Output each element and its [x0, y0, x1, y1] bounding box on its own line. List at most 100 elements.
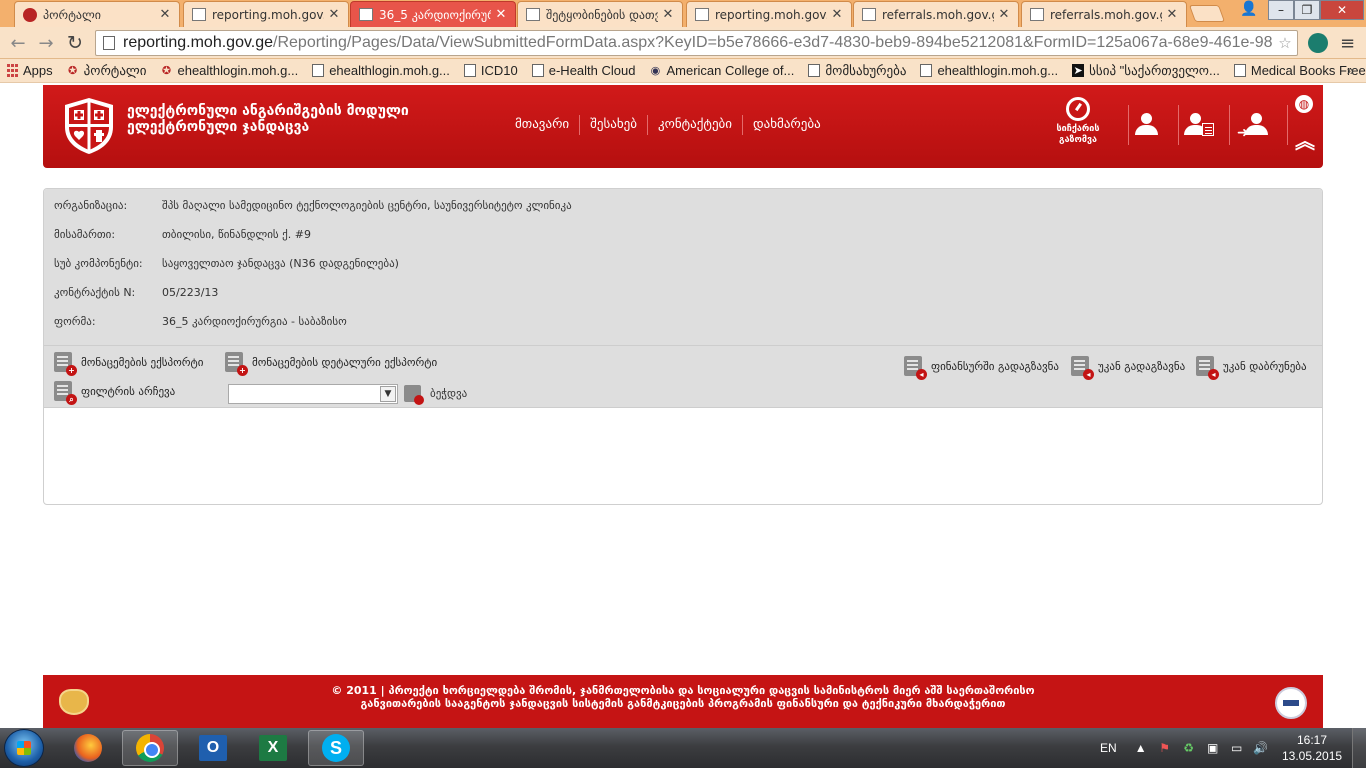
- info-label: კონტრაქტის N:: [54, 286, 136, 299]
- extension-icon[interactable]: [1308, 33, 1328, 53]
- tab-title: პორტალი: [43, 7, 102, 22]
- restore-button[interactable]: ❐: [1294, 0, 1320, 20]
- bookmark-label: სსიპ "საქართველო...: [1089, 62, 1220, 78]
- user-icon[interactable]: 👤: [1240, 1, 1257, 17]
- chevron-up-icon[interactable]: ︽: [1295, 131, 1315, 151]
- export-data-button[interactable]: + მონაცემების ექსპორტი: [54, 352, 203, 376]
- taskbar-outlook[interactable]: O: [185, 730, 241, 766]
- close-icon[interactable]: ✕: [831, 7, 843, 22]
- window-close-button[interactable]: ✕: [1320, 0, 1364, 20]
- recycle-icon[interactable]: ♻: [1181, 741, 1197, 755]
- browser-tab[interactable]: პორტალი ✕: [14, 1, 180, 27]
- form-info: ორგანიზაცია: შპს მაღალი სამედიცინო ტექნო…: [44, 189, 1322, 345]
- language-indicator[interactable]: EN: [1100, 741, 1117, 755]
- nav-contacts[interactable]: კონტაქტები: [648, 115, 743, 135]
- bookmark-item[interactable]: ICD10: [463, 63, 518, 78]
- bookmark-label: Apps: [23, 63, 53, 78]
- speed-test-button[interactable]: სიჩქარის გაზომვა: [1053, 97, 1103, 146]
- page-icon: [192, 8, 206, 21]
- filter-select[interactable]: ▼: [228, 384, 398, 404]
- forward-button[interactable]: →: [34, 31, 58, 55]
- user-list-icon[interactable]: [1180, 111, 1214, 141]
- bookmarks-bar: Apps ✪ პორტალი ✪ ehealthlogin.moh.g... e…: [0, 59, 1366, 83]
- site-header: ელექტრონული ანგარიშგების მოდული ელექტრონ…: [43, 85, 1323, 168]
- ministry-logo-icon[interactable]: [63, 97, 115, 155]
- header-divider: [1128, 105, 1129, 145]
- chevron-up-icon[interactable]: ▲: [1133, 741, 1149, 755]
- bookmark-item[interactable]: ◉ American College of...: [649, 63, 795, 78]
- minimize-button[interactable]: –: [1268, 0, 1294, 20]
- star-icon[interactable]: ☆: [1273, 34, 1297, 52]
- taskbar-skype[interactable]: S: [308, 730, 364, 766]
- chevron-down-icon[interactable]: ▼: [380, 386, 396, 402]
- url-text[interactable]: reporting.moh.gov.ge/Reporting/Pages/Dat…: [123, 34, 1273, 52]
- bookmark-item[interactable]: ✪ ehealthlogin.moh.g...: [160, 63, 298, 78]
- browser-tab[interactable]: referrals.moh.gov.ge/ ✕: [1021, 1, 1187, 27]
- info-row-subcomponent: სუბ კომპონენტი: საყოველთაო ჯანდაცვა (N36…: [54, 257, 399, 273]
- browser-toolbar: ← → ↻ reporting.moh.gov.ge/Reporting/Pag…: [0, 27, 1366, 59]
- outlook-icon: O: [199, 735, 227, 761]
- bookmark-item[interactable]: ehealthlogin.moh.g...: [312, 63, 450, 78]
- menu-icon[interactable]: ≡: [1340, 33, 1355, 54]
- globe-icon[interactable]: ◍: [1295, 95, 1313, 113]
- bookmark-item[interactable]: Apps: [6, 63, 53, 78]
- print-button[interactable]: ბეჭდვა: [404, 385, 467, 405]
- bookmark-item[interactable]: მომსახურება: [808, 63, 906, 79]
- network-icon[interactable]: ▭: [1229, 741, 1245, 755]
- choose-filter-button[interactable]: ⌕ ფილტრის არჩევა: [54, 381, 175, 405]
- taskbar-excel[interactable]: X: [245, 730, 301, 766]
- taskbar-chrome[interactable]: [122, 730, 178, 766]
- close-icon[interactable]: ✕: [495, 7, 507, 22]
- header-divider: [1178, 105, 1179, 145]
- browser-tab[interactable]: შეტყობინების დათვ ✕: [517, 1, 683, 27]
- address-bar[interactable]: reporting.moh.gov.ge/Reporting/Pages/Dat…: [95, 30, 1298, 56]
- close-icon[interactable]: ✕: [159, 7, 171, 22]
- site-footer: © 2011 | პროექტი ხორციელდება შრომის, ჯან…: [43, 675, 1323, 728]
- chevron-right-icon[interactable]: »: [1347, 63, 1354, 78]
- taskbar-firefox[interactable]: [60, 730, 116, 766]
- speed-label-line1: სიჩქარის: [1056, 124, 1100, 134]
- export-detailed-button[interactable]: + მონაცემების დეტალური ექსპორტი: [225, 352, 437, 376]
- nav-home[interactable]: მთავარი: [505, 115, 581, 135]
- close-icon[interactable]: ✕: [1166, 7, 1178, 22]
- volume-icon[interactable]: 🔊: [1253, 741, 1269, 755]
- send-back-button[interactable]: ◂ უკან გადაგზავნა: [1071, 356, 1185, 380]
- new-tab-button[interactable]: [1188, 5, 1226, 22]
- flag-alert-icon[interactable]: ⚑: [1157, 741, 1173, 755]
- browser-tab[interactable]: reporting.moh.gov.ge ✕: [686, 1, 852, 27]
- bookmark-item[interactable]: ehealthlogin.moh.g...: [920, 63, 1058, 78]
- bookmark-item[interactable]: ✪ პორტალი: [67, 63, 146, 79]
- bookmark-item[interactable]: e-Health Cloud: [531, 63, 636, 78]
- start-button[interactable]: [4, 729, 44, 767]
- show-desktop-button[interactable]: [1352, 728, 1366, 768]
- browser-tab[interactable]: referrals.moh.gov.ge/ ✕: [853, 1, 1019, 27]
- device-icon[interactable]: ▣: [1205, 741, 1221, 755]
- return-back-button[interactable]: ◂ უკან დაბრუნება: [1196, 356, 1307, 380]
- user-profile-icon[interactable]: [1131, 111, 1163, 141]
- tab-title: 36_5 კარდიოქირურგ: [379, 7, 491, 22]
- page-icon: [463, 64, 476, 77]
- tab-title: reporting.moh.gov.ge: [212, 7, 324, 22]
- nav-help[interactable]: დახმარება: [743, 115, 831, 135]
- close-icon[interactable]: ✕: [328, 7, 340, 22]
- filter-search-icon: ⌕: [54, 381, 77, 405]
- user-logout-icon[interactable]: ➜: [1237, 111, 1269, 141]
- bookmark-item[interactable]: ➤ სსიპ "საქართველო...: [1072, 63, 1220, 79]
- nav-about[interactable]: შესახებ: [580, 115, 649, 135]
- send-back-icon: ◂: [1071, 356, 1094, 380]
- info-row-organization: ორგანიზაცია: შპს მაღალი სამედიცინო ტექნო…: [54, 199, 572, 215]
- back-button[interactable]: ←: [6, 31, 30, 55]
- browser-tab-active[interactable]: 36_5 კარდიოქირურგ ✕: [350, 1, 516, 27]
- send-finance-button[interactable]: ◂ ფინანსურში გადაგზავნა: [904, 356, 1059, 380]
- browser-tab[interactable]: reporting.moh.gov.ge ✕: [183, 1, 349, 27]
- reload-button[interactable]: ↻: [63, 31, 87, 55]
- bookmark-label: ehealthlogin.moh.g...: [329, 63, 450, 78]
- form-panel: ორგანიზაცია: შპს მაღალი სამედიცინო ტექნო…: [43, 188, 1323, 505]
- send-icon: ◂: [904, 356, 927, 380]
- close-icon[interactable]: ✕: [662, 7, 674, 22]
- close-icon[interactable]: ✕: [998, 7, 1010, 22]
- bookmark-label: e-Health Cloud: [548, 63, 636, 78]
- info-label: სუბ კომპონენტი:: [54, 257, 143, 270]
- clock[interactable]: 16:17 13.05.2015: [1282, 732, 1342, 764]
- info-label: ორგანიზაცია:: [54, 199, 128, 212]
